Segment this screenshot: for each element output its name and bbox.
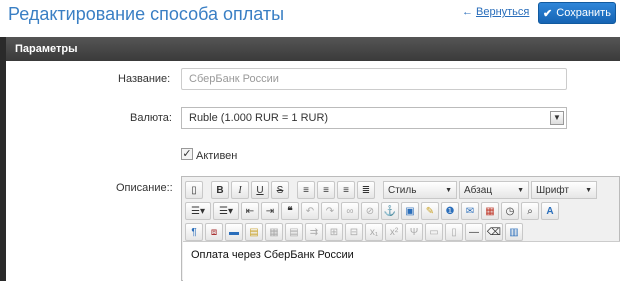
style-combo[interactable]: Стиль ▼ — [383, 181, 457, 199]
email-icon[interactable]: ✉ — [461, 202, 479, 220]
chevron-down-icon[interactable]: ▼ — [550, 111, 564, 125]
line-icon[interactable]: — — [465, 223, 483, 241]
cleanup-icon[interactable]: ✎ — [421, 202, 439, 220]
absolute-icon[interactable]: ▯ — [445, 223, 463, 241]
editor-content[interactable]: Оплата через СберБанк России — [183, 241, 620, 281]
anchor-icon[interactable]: ⚓ — [381, 202, 399, 220]
description-label: Описание:: — [116, 182, 173, 194]
align-right-icon[interactable]: ≡ — [337, 181, 355, 199]
format-combo-label: Абзац — [464, 184, 493, 196]
paste-icon[interactable]: ▤ — [245, 223, 263, 241]
unlink-icon[interactable]: ⊘ — [361, 202, 379, 220]
bold-icon[interactable]: B — [211, 181, 229, 199]
save-button[interactable]: ✔ Сохранить — [538, 2, 616, 24]
code-icon[interactable]: ⧈ — [205, 223, 223, 241]
toolbar-row-2: ☰▾ ☰▾ ⇤ ⇥ ❝ ↶ ↷ ∞ ⊘ ⚓ ▣ ✎ ❶ ✉ ▦ ◷ ⌕ A — [185, 201, 559, 221]
checkmark-icon: ✔ — [543, 7, 553, 20]
hr-icon[interactable]: ▬ — [225, 223, 243, 241]
font-combo-label: Шрифт — [536, 184, 569, 196]
subscript-icon[interactable]: x₁ — [365, 223, 383, 241]
layer-icon[interactable]: ▭ — [425, 223, 443, 241]
split-cells-icon[interactable]: ⊟ — [345, 223, 363, 241]
name-label: Название: — [118, 73, 171, 85]
date-icon[interactable]: ▦ — [481, 202, 499, 220]
indent-icon[interactable]: ⇥ — [261, 202, 279, 220]
table-icon[interactable]: ▦ — [265, 223, 283, 241]
currency-value: Ruble (1.000 RUR = 1 RUR) — [189, 112, 329, 124]
image-icon[interactable]: ▣ — [401, 202, 419, 220]
page-title: Редактирование способа оплаты — [8, 4, 285, 24]
undo-icon[interactable]: ↶ — [301, 202, 319, 220]
time-icon[interactable]: ◷ — [501, 202, 519, 220]
redo-icon[interactable]: ↷ — [321, 202, 339, 220]
currency-label: Валюта: — [130, 112, 172, 124]
align-justify-icon[interactable]: ≣ — [357, 181, 375, 199]
table-row-icon[interactable]: ▤ — [285, 223, 303, 241]
toolbar-row-3: ¶ ⧈ ▬ ▤ ▦ ▤ ⇉ ⊞ ⊟ x₁ x² Ψ ▭ ▯ — ⌫ ▥ — [185, 222, 523, 242]
back-arrow-icon: ← — [462, 6, 473, 18]
strikethrough-icon[interactable]: S — [271, 181, 289, 199]
format-combo[interactable]: Абзац ▼ — [459, 181, 529, 199]
visual-aid-icon[interactable]: ▥ — [505, 223, 523, 241]
special-char-icon[interactable]: Ψ — [405, 223, 423, 241]
paragraph-icon[interactable]: ¶ — [185, 223, 203, 241]
chevron-down-icon: ▼ — [445, 186, 452, 194]
name-input[interactable]: СберБанк России — [181, 68, 567, 90]
quote-icon[interactable]: ❝ — [281, 202, 299, 220]
preview-icon[interactable]: ⌕ — [521, 202, 539, 220]
active-label: Активен — [196, 150, 238, 162]
align-center-icon[interactable]: ≡ — [317, 181, 335, 199]
help-icon[interactable]: ❶ — [441, 202, 459, 220]
save-button-label: Сохранить — [556, 7, 611, 19]
currency-select[interactable]: Ruble (1.000 RUR = 1 RUR) ▼ — [181, 107, 567, 129]
underline-icon[interactable]: U — [251, 181, 269, 199]
eraser-icon[interactable]: ⌫ — [485, 223, 503, 241]
italic-icon[interactable]: I — [231, 181, 249, 199]
numbered-list-icon[interactable]: ☰▾ — [213, 202, 239, 220]
align-left-icon[interactable]: ≡ — [297, 181, 315, 199]
back-link[interactable]: ← Вернуться — [462, 6, 529, 18]
style-combo-label: Стиль — [388, 184, 417, 196]
toolbar-row-1: ▯ B I U S ≡ ≡ ≡ ≣ Стиль ▼ Абзац ▼ Шрифт ▼ — [185, 180, 597, 200]
superscript-icon[interactable]: x² — [385, 223, 403, 241]
table-col-icon[interactable]: ⇉ — [305, 223, 323, 241]
back-link-label: Вернуться — [476, 6, 530, 18]
font-combo[interactable]: Шрифт ▼ — [531, 181, 597, 199]
active-checkbox[interactable]: ✓ — [181, 148, 193, 160]
chevron-down-icon: ▼ — [517, 186, 524, 194]
chevron-down-icon: ▼ — [585, 186, 592, 194]
rich-text-editor[interactable]: ▯ B I U S ≡ ≡ ≡ ≣ Стиль ▼ Абзац ▼ Шрифт ▼ ☰… — [181, 176, 620, 281]
bullet-list-icon[interactable]: ☰▾ — [185, 202, 211, 220]
panel-header: Параметры — [0, 37, 620, 61]
document-icon[interactable]: ▯ — [185, 181, 203, 199]
font-color-icon[interactable]: A — [541, 202, 559, 220]
merge-cells-icon[interactable]: ⊞ — [325, 223, 343, 241]
link-icon[interactable]: ∞ — [341, 202, 359, 220]
outdent-icon[interactable]: ⇤ — [241, 202, 259, 220]
